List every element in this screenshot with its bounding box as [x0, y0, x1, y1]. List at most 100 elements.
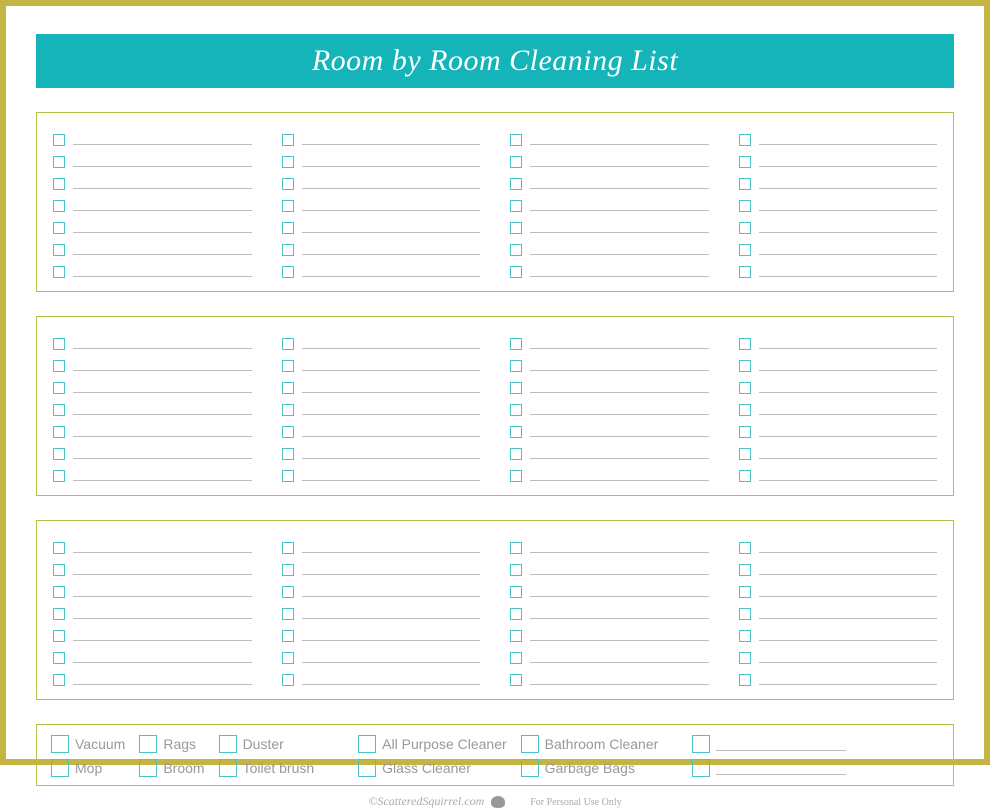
supply-checkbox[interactable]: [358, 759, 376, 777]
task-line[interactable]: [302, 188, 481, 189]
task-checkbox[interactable]: [53, 426, 65, 438]
task-line[interactable]: [530, 436, 709, 437]
task-checkbox[interactable]: [282, 404, 294, 416]
task-checkbox[interactable]: [510, 586, 522, 598]
task-checkbox[interactable]: [53, 134, 65, 146]
task-checkbox[interactable]: [510, 134, 522, 146]
task-checkbox[interactable]: [739, 156, 751, 168]
task-checkbox[interactable]: [510, 200, 522, 212]
task-checkbox[interactable]: [739, 266, 751, 278]
task-checkbox[interactable]: [510, 630, 522, 642]
task-line[interactable]: [302, 414, 481, 415]
task-line[interactable]: [759, 370, 938, 371]
task-checkbox[interactable]: [510, 674, 522, 686]
task-checkbox[interactable]: [510, 360, 522, 372]
task-checkbox[interactable]: [53, 630, 65, 642]
task-line[interactable]: [759, 480, 938, 481]
task-line[interactable]: [302, 144, 481, 145]
task-line[interactable]: [302, 254, 481, 255]
supply-checkbox[interactable]: [139, 759, 157, 777]
task-checkbox[interactable]: [282, 134, 294, 146]
task-line[interactable]: [73, 574, 252, 575]
task-line[interactable]: [759, 276, 938, 277]
task-line[interactable]: [759, 254, 938, 255]
supply-checkbox[interactable]: [51, 759, 69, 777]
task-checkbox[interactable]: [282, 266, 294, 278]
task-line[interactable]: [73, 166, 252, 167]
task-line[interactable]: [302, 348, 481, 349]
task-checkbox[interactable]: [282, 178, 294, 190]
task-checkbox[interactable]: [739, 134, 751, 146]
task-checkbox[interactable]: [282, 542, 294, 554]
task-line[interactable]: [73, 596, 252, 597]
task-checkbox[interactable]: [739, 630, 751, 642]
task-line[interactable]: [73, 392, 252, 393]
task-line[interactable]: [530, 458, 709, 459]
task-checkbox[interactable]: [510, 608, 522, 620]
task-checkbox[interactable]: [53, 564, 65, 576]
task-line[interactable]: [759, 232, 938, 233]
task-checkbox[interactable]: [510, 156, 522, 168]
task-line[interactable]: [530, 552, 709, 553]
task-line[interactable]: [530, 618, 709, 619]
task-line[interactable]: [302, 370, 481, 371]
supply-blank-line[interactable]: [716, 737, 846, 751]
task-line[interactable]: [530, 480, 709, 481]
task-line[interactable]: [530, 392, 709, 393]
task-checkbox[interactable]: [739, 586, 751, 598]
task-checkbox[interactable]: [53, 338, 65, 350]
task-line[interactable]: [759, 574, 938, 575]
task-checkbox[interactable]: [510, 448, 522, 460]
task-line[interactable]: [530, 574, 709, 575]
task-line[interactable]: [73, 210, 252, 211]
task-line[interactable]: [73, 254, 252, 255]
task-line[interactable]: [302, 640, 481, 641]
task-line[interactable]: [73, 276, 252, 277]
task-line[interactable]: [759, 640, 938, 641]
task-checkbox[interactable]: [510, 404, 522, 416]
task-line[interactable]: [759, 414, 938, 415]
task-line[interactable]: [530, 166, 709, 167]
task-line[interactable]: [302, 436, 481, 437]
task-line[interactable]: [73, 552, 252, 553]
task-checkbox[interactable]: [282, 564, 294, 576]
task-checkbox[interactable]: [739, 382, 751, 394]
task-line[interactable]: [73, 640, 252, 641]
task-checkbox[interactable]: [510, 564, 522, 576]
task-checkbox[interactable]: [53, 266, 65, 278]
task-checkbox[interactable]: [739, 338, 751, 350]
task-checkbox[interactable]: [282, 222, 294, 234]
task-line[interactable]: [530, 370, 709, 371]
task-line[interactable]: [302, 458, 481, 459]
task-line[interactable]: [73, 414, 252, 415]
task-checkbox[interactable]: [739, 404, 751, 416]
supply-checkbox[interactable]: [139, 735, 157, 753]
task-checkbox[interactable]: [739, 542, 751, 554]
task-line[interactable]: [530, 662, 709, 663]
task-line[interactable]: [530, 596, 709, 597]
task-checkbox[interactable]: [53, 586, 65, 598]
task-line[interactable]: [530, 144, 709, 145]
task-line[interactable]: [530, 414, 709, 415]
task-checkbox[interactable]: [739, 360, 751, 372]
task-line[interactable]: [73, 188, 252, 189]
task-line[interactable]: [530, 684, 709, 685]
task-checkbox[interactable]: [739, 448, 751, 460]
task-line[interactable]: [759, 210, 938, 211]
task-line[interactable]: [759, 552, 938, 553]
task-line[interactable]: [73, 348, 252, 349]
task-line[interactable]: [530, 188, 709, 189]
task-line[interactable]: [302, 618, 481, 619]
task-line[interactable]: [530, 640, 709, 641]
task-checkbox[interactable]: [739, 222, 751, 234]
task-line[interactable]: [302, 662, 481, 663]
supply-checkbox[interactable]: [219, 759, 237, 777]
task-line[interactable]: [530, 232, 709, 233]
task-line[interactable]: [759, 618, 938, 619]
task-line[interactable]: [759, 436, 938, 437]
supply-checkbox[interactable]: [692, 759, 710, 777]
task-checkbox[interactable]: [739, 426, 751, 438]
task-line[interactable]: [302, 596, 481, 597]
task-checkbox[interactable]: [510, 244, 522, 256]
supply-checkbox[interactable]: [521, 735, 539, 753]
